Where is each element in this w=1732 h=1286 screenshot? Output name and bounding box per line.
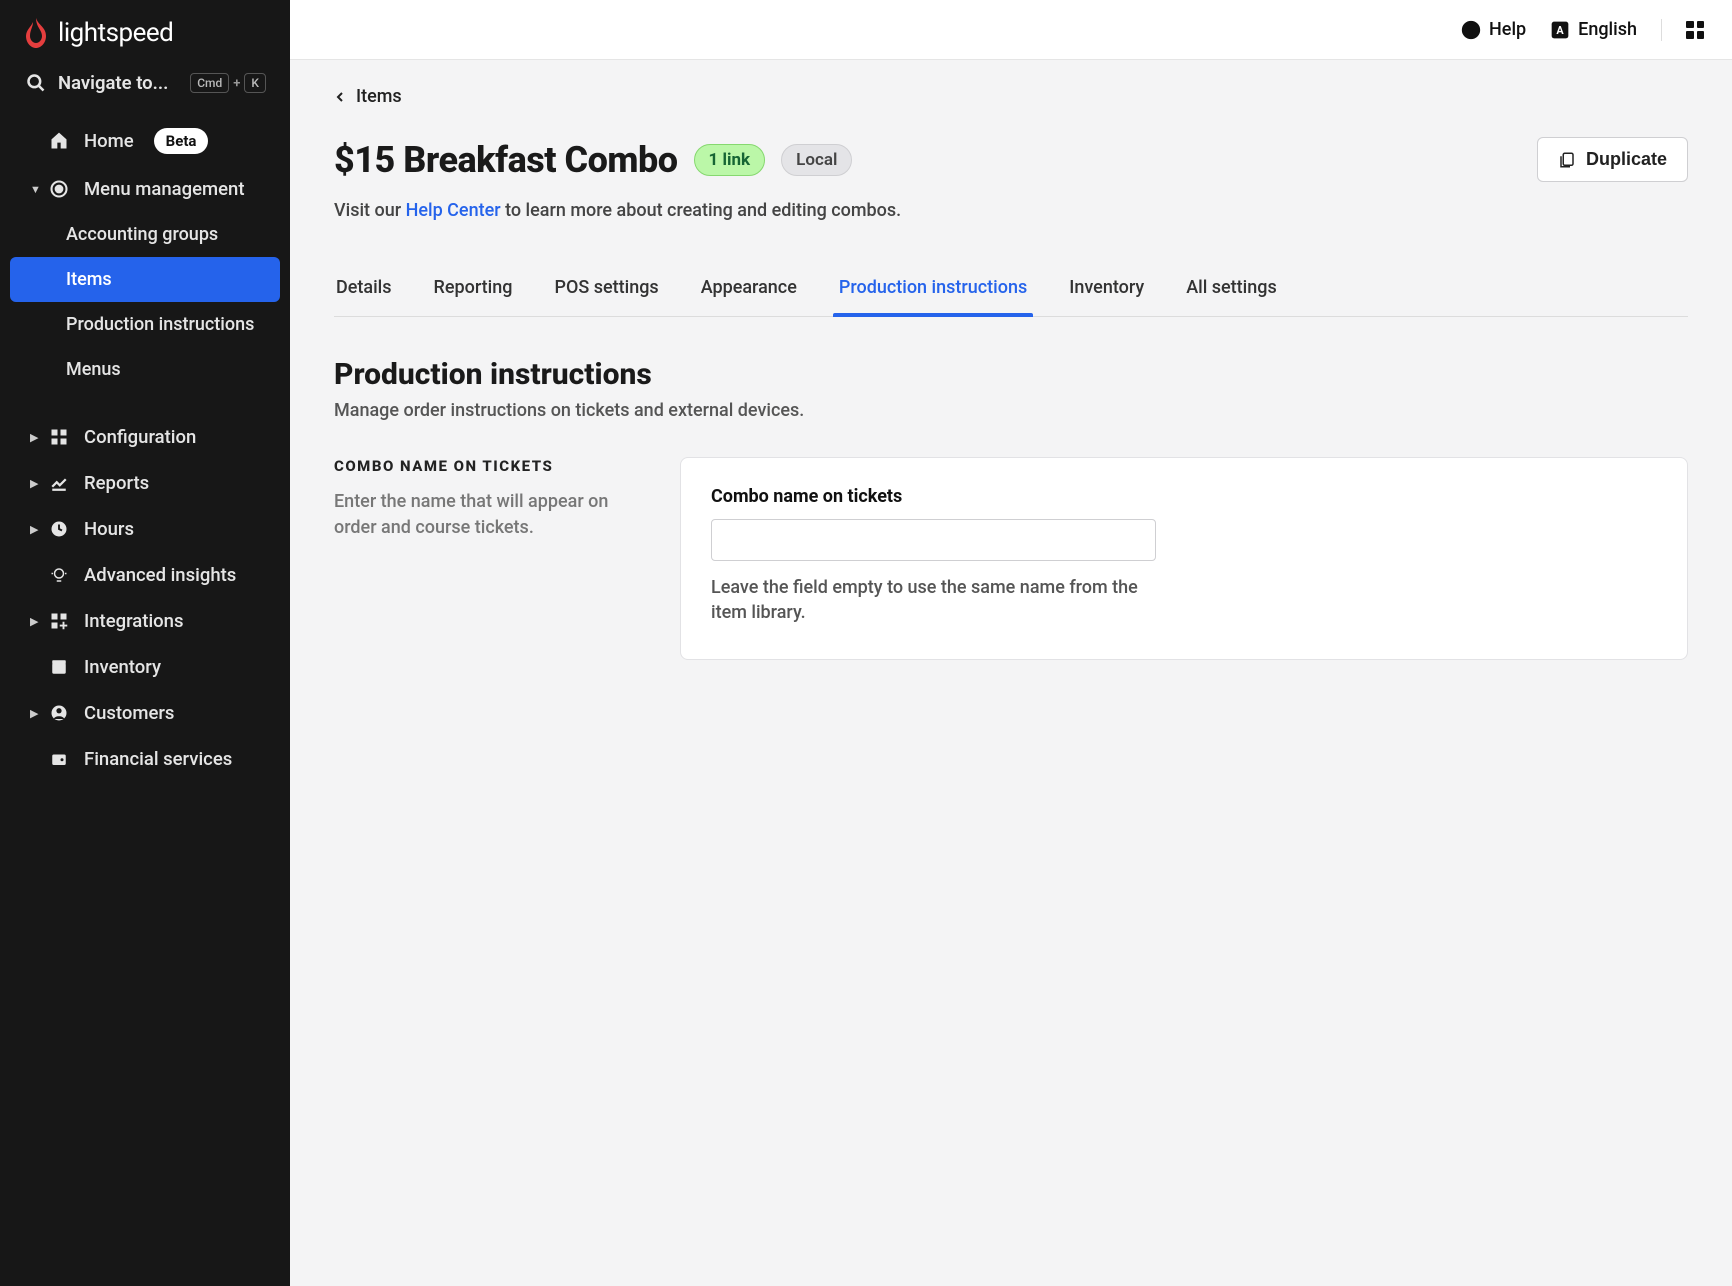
language-button[interactable]: A English bbox=[1550, 19, 1637, 40]
sidebar-item-production-instructions[interactable]: Production instructions bbox=[0, 302, 290, 347]
sidebar-item-accounting-groups[interactable]: Accounting groups bbox=[0, 212, 290, 257]
app-grid-icon bbox=[1686, 21, 1704, 39]
clock-icon bbox=[48, 520, 70, 538]
breadcrumb-label: Items bbox=[356, 86, 402, 107]
sidebar-item-menus[interactable]: Menus bbox=[0, 347, 290, 392]
box-icon bbox=[48, 658, 70, 676]
sidebar-item-label: Hours bbox=[84, 518, 134, 540]
wallet-icon bbox=[48, 750, 70, 768]
main: ? Help A English Items bbox=[290, 0, 1732, 1286]
nav-search-label: Navigate to... bbox=[58, 72, 168, 94]
field-group-help: Enter the name that will appear on order… bbox=[334, 489, 644, 541]
duplicate-icon bbox=[1558, 150, 1576, 170]
sidebar-item-label: Home bbox=[84, 130, 134, 152]
search-icon bbox=[26, 73, 46, 93]
nav-search-shortcut: Cmd + K bbox=[190, 73, 266, 93]
sidebar-item-label: Customers bbox=[84, 702, 174, 724]
chevron-down-icon: ▼ bbox=[30, 183, 41, 196]
sidebar-item-label: Production instructions bbox=[66, 314, 254, 335]
tab-appearance[interactable]: Appearance bbox=[699, 263, 799, 316]
beta-badge: Beta bbox=[154, 128, 209, 154]
sidebar-item-customers[interactable]: ▶ Customers bbox=[0, 690, 290, 736]
chevron-right-icon: ▶ bbox=[30, 707, 38, 720]
sidebar-item-configuration[interactable]: ▶ Configuration bbox=[0, 414, 290, 460]
sidebar-item-label: Menus bbox=[66, 359, 121, 380]
chevron-right-icon: ▶ bbox=[30, 431, 38, 444]
sidebar-item-hours[interactable]: ▶ Hours bbox=[0, 506, 290, 552]
field-group-label: COMBO NAME ON TICKETS bbox=[334, 457, 644, 475]
duplicate-label: Duplicate bbox=[1586, 149, 1667, 170]
sidebar-item-label: Accounting groups bbox=[66, 224, 218, 245]
sidebar-item-items[interactable]: Items bbox=[10, 257, 280, 302]
language-label: English bbox=[1578, 19, 1637, 40]
sidebar-item-label: Reports bbox=[84, 472, 149, 494]
svg-text:?: ? bbox=[1468, 23, 1474, 37]
help-button[interactable]: ? Help bbox=[1461, 19, 1526, 40]
home-icon bbox=[48, 131, 70, 151]
brand-name: lightspeed bbox=[58, 18, 173, 48]
combo-name-input[interactable] bbox=[711, 519, 1156, 561]
lightbulb-icon bbox=[48, 566, 70, 584]
sidebar-item-financial-services[interactable]: Financial services bbox=[0, 736, 290, 782]
app-switcher-button[interactable] bbox=[1686, 21, 1704, 39]
sidebar: lightspeed Navigate to... Cmd + K Home B… bbox=[0, 0, 290, 1286]
sidebar-item-menu-management[interactable]: ▼ Menu management bbox=[0, 166, 290, 212]
tabs: Details Reporting POS settings Appearanc… bbox=[334, 263, 1688, 317]
sidebar-item-label: Integrations bbox=[84, 610, 183, 632]
tab-inventory[interactable]: Inventory bbox=[1067, 263, 1146, 316]
help-center-link[interactable]: Help Center bbox=[406, 200, 501, 221]
topbar: ? Help A English bbox=[290, 0, 1732, 60]
tab-details[interactable]: Details bbox=[334, 263, 394, 316]
language-icon: A bbox=[1550, 20, 1570, 40]
sidebar-item-label: Financial services bbox=[84, 748, 232, 770]
field-hint: Leave the field empty to use the same na… bbox=[711, 575, 1156, 625]
tab-all-settings[interactable]: All settings bbox=[1184, 263, 1279, 316]
grid-icon bbox=[48, 428, 70, 446]
tab-reporting[interactable]: Reporting bbox=[432, 263, 515, 316]
duplicate-button[interactable]: Duplicate bbox=[1537, 137, 1688, 182]
chevron-left-icon bbox=[334, 90, 346, 104]
section-title: Production instructions bbox=[334, 357, 1688, 392]
divider bbox=[1661, 19, 1662, 41]
chevron-right-icon: ▶ bbox=[30, 615, 38, 628]
sidebar-item-label: Advanced insights bbox=[84, 564, 236, 586]
combo-name-card: Combo name on tickets Leave the field em… bbox=[680, 457, 1688, 660]
user-icon bbox=[48, 704, 70, 722]
page-title: $15 Breakfast Combo bbox=[334, 139, 678, 181]
sidebar-item-label: Inventory bbox=[84, 656, 161, 678]
section-subtitle: Manage order instructions on tickets and… bbox=[334, 400, 1688, 421]
help-icon: ? bbox=[1461, 20, 1481, 40]
chevron-right-icon: ▶ bbox=[30, 523, 38, 536]
sidebar-item-label: Items bbox=[66, 269, 112, 290]
menu-icon bbox=[48, 179, 70, 199]
brand-logo[interactable]: lightspeed bbox=[0, 0, 290, 62]
grid-plus-icon bbox=[48, 612, 70, 630]
help-line: Visit our Help Center to learn more abou… bbox=[334, 200, 1688, 221]
chart-icon bbox=[48, 474, 70, 492]
nav-search[interactable]: Navigate to... Cmd + K bbox=[0, 62, 290, 112]
sidebar-item-home[interactable]: Home Beta bbox=[0, 116, 290, 166]
sidebar-item-label: Configuration bbox=[84, 426, 196, 448]
sidebar-item-label: Menu management bbox=[84, 178, 245, 200]
local-badge: Local bbox=[781, 144, 852, 176]
field-label: Combo name on tickets bbox=[711, 486, 1657, 507]
sidebar-item-inventory[interactable]: Inventory bbox=[0, 644, 290, 690]
chevron-right-icon: ▶ bbox=[30, 477, 38, 490]
svg-text:A: A bbox=[1557, 24, 1565, 37]
flame-icon bbox=[24, 18, 48, 48]
tab-production-instructions[interactable]: Production instructions bbox=[837, 263, 1029, 316]
tab-pos-settings[interactable]: POS settings bbox=[552, 263, 660, 316]
sidebar-item-integrations[interactable]: ▶ Integrations bbox=[0, 598, 290, 644]
sidebar-item-advanced-insights[interactable]: Advanced insights bbox=[0, 552, 290, 598]
sidebar-item-reports[interactable]: ▶ Reports bbox=[0, 460, 290, 506]
link-badge: 1 link bbox=[694, 144, 766, 176]
help-label: Help bbox=[1489, 19, 1526, 40]
breadcrumb[interactable]: Items bbox=[334, 86, 1688, 107]
